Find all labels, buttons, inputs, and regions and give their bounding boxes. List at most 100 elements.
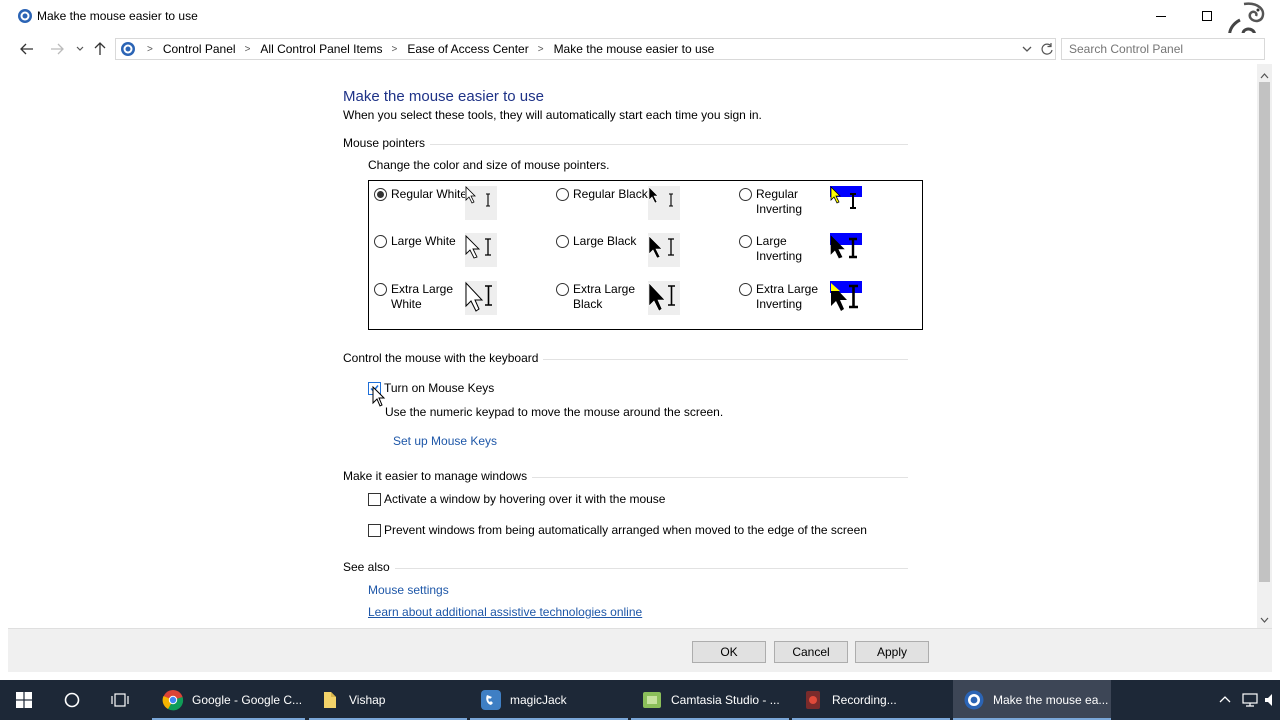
- minimize-button[interactable]: [1138, 0, 1184, 32]
- chevron-right-icon[interactable]: >: [538, 44, 544, 55]
- magicjack-icon: [481, 690, 501, 710]
- chevron-up-icon[interactable]: [1218, 693, 1232, 707]
- system-tray: [1218, 680, 1276, 720]
- up-button[interactable]: [91, 40, 109, 58]
- radio-button[interactable]: [556, 235, 569, 248]
- taskbar-app-label: magicJack: [510, 693, 567, 707]
- radio-button[interactable]: [374, 235, 387, 248]
- ok-button[interactable]: OK: [692, 641, 766, 663]
- radio-button[interactable]: [739, 235, 752, 248]
- radio-button[interactable]: [374, 188, 387, 201]
- radio-button[interactable]: [739, 283, 752, 296]
- taskbar-app-chrome[interactable]: Google - Google C...: [152, 680, 305, 720]
- pointer-option-large-inverting[interactable]: Large Inverting: [739, 234, 836, 264]
- pointer-option-label: Regular Black: [573, 187, 648, 201]
- pointer-option-large-white[interactable]: Large White: [374, 234, 471, 249]
- address-dropdown-icon[interactable]: [1021, 43, 1033, 55]
- taskbar-app-vishap[interactable]: Vishap: [309, 680, 467, 720]
- title-bar[interactable]: Make the mouse easier to use: [8, 0, 1272, 69]
- chrome-icon: [162, 690, 184, 711]
- forward-button[interactable]: [48, 40, 66, 58]
- back-button[interactable]: [18, 40, 36, 58]
- chevron-right-icon: >: [147, 43, 153, 55]
- chevron-down-icon: [76, 46, 84, 51]
- task-view-button[interactable]: [96, 680, 144, 720]
- scroll-down-icon[interactable]: [1260, 615, 1269, 624]
- breadcrumb-ease-of-access[interactable]: Ease of Access Center: [407, 42, 528, 56]
- pointer-option-regular-white[interactable]: Regular White: [374, 187, 471, 202]
- divider: [343, 568, 908, 569]
- mouse-cursor-icon: [372, 386, 386, 407]
- extra-large-black-preview-icon: [648, 281, 680, 315]
- pointer-scheme-group: Regular White Regular Black Regular Inve…: [368, 180, 923, 330]
- arrow-left-icon: [20, 43, 33, 55]
- section-mouse-pointers: Mouse pointers: [343, 136, 908, 152]
- extra-large-inverting-preview-icon: [830, 281, 862, 315]
- breadcrumb-current[interactable]: Make the mouse easier to use: [554, 42, 715, 56]
- breadcrumb-control-panel[interactable]: Control Panel: [163, 42, 236, 56]
- radio-button[interactable]: [739, 188, 752, 201]
- extra-large-white-preview-icon: [465, 281, 497, 315]
- dialog-footer: OK Cancel Apply: [8, 628, 1272, 672]
- mouse-keys-label[interactable]: Turn on Mouse Keys: [384, 381, 494, 395]
- taskbar-app-recorder[interactable]: Recording...: [792, 680, 950, 720]
- control-panel-icon: [964, 690, 984, 710]
- window-right-border: [1272, 0, 1280, 680]
- cortana-button[interactable]: [48, 680, 96, 720]
- search-circle-icon: [64, 692, 80, 708]
- hover-activate-label[interactable]: Activate a window by hovering over it wi…: [384, 492, 665, 506]
- volume-icon[interactable]: [1264, 693, 1276, 707]
- apply-button[interactable]: Apply: [855, 641, 929, 663]
- windows-logo-icon: [16, 692, 32, 708]
- pointer-option-extra-large-white[interactable]: Extra Large White: [374, 282, 471, 312]
- address-bar[interactable]: > Control Panel > All Control Panel Item…: [115, 38, 1056, 60]
- window-title: Make the mouse easier to use: [37, 9, 198, 23]
- regular-black-preview-icon: [648, 186, 680, 220]
- taskbar-app-control-panel[interactable]: Make the mouse ea...: [953, 680, 1111, 720]
- cancel-button[interactable]: Cancel: [774, 641, 848, 663]
- regular-inverting-preview-icon: [830, 186, 862, 220]
- recent-locations-button[interactable]: [71, 40, 89, 58]
- page-subtitle: When you select these tools, they will a…: [343, 108, 762, 122]
- window-left-border: [0, 0, 8, 680]
- taskbar-app-label: Vishap: [349, 693, 386, 707]
- radio-button[interactable]: [556, 188, 569, 201]
- mouse-keys-description: Use the numeric keypad to move the mouse…: [385, 405, 724, 419]
- taskbar-app-label: Make the mouse ea...: [993, 693, 1109, 707]
- setup-mouse-keys-link[interactable]: Set up Mouse Keys: [393, 434, 497, 448]
- radio-button[interactable]: [556, 283, 569, 296]
- pointer-option-regular-black[interactable]: Regular Black: [556, 187, 659, 202]
- hover-activate-checkbox[interactable]: [368, 493, 381, 506]
- recorder-icon: [806, 691, 820, 709]
- prevent-snap-checkbox[interactable]: [368, 524, 381, 537]
- chevron-right-icon[interactable]: >: [391, 44, 397, 55]
- vertical-scrollbar[interactable]: [1257, 64, 1272, 628]
- section-heading: Make it easier to manage windows: [343, 469, 533, 483]
- content-pane: Make the mouse easier to use When you se…: [8, 64, 1257, 628]
- scroll-up-icon[interactable]: [1260, 72, 1269, 81]
- prevent-snap-label[interactable]: Prevent windows from being automatically…: [384, 523, 867, 537]
- pointer-option-extra-large-black[interactable]: Extra Large Black: [556, 282, 653, 312]
- assistive-technologies-link[interactable]: Learn about additional assistive technol…: [368, 605, 642, 619]
- section-windows: Make it easier to manage windows: [343, 469, 908, 485]
- taskbar-app-camtasia[interactable]: Camtasia Studio - ...: [631, 680, 789, 720]
- start-button[interactable]: [0, 680, 48, 720]
- pointer-option-extra-large-inverting[interactable]: Extra Large Inverting: [739, 282, 836, 312]
- network-icon[interactable]: [1242, 693, 1258, 707]
- refresh-icon[interactable]: [1040, 42, 1054, 56]
- search-box[interactable]: [1061, 38, 1265, 60]
- pointer-option-regular-inverting[interactable]: Regular Inverting: [739, 187, 836, 217]
- taskbar-app-magicjack[interactable]: magicJack: [470, 680, 628, 720]
- breadcrumb-all-items[interactable]: All Control Panel Items: [260, 42, 382, 56]
- search-input[interactable]: [1062, 39, 1212, 59]
- large-inverting-preview-icon: [830, 233, 862, 267]
- scrollbar-thumb[interactable]: [1259, 82, 1270, 582]
- pointer-option-large-black[interactable]: Large Black: [556, 234, 653, 249]
- chevron-right-icon[interactable]: >: [245, 44, 251, 55]
- mouse-settings-link[interactable]: Mouse settings: [368, 583, 449, 597]
- minimize-icon: [1156, 15, 1166, 17]
- large-white-preview-icon: [465, 233, 497, 267]
- arrow-up-icon: [94, 42, 106, 55]
- navigation-bar: > Control Panel > All Control Panel Item…: [8, 33, 1272, 64]
- radio-button[interactable]: [374, 283, 387, 296]
